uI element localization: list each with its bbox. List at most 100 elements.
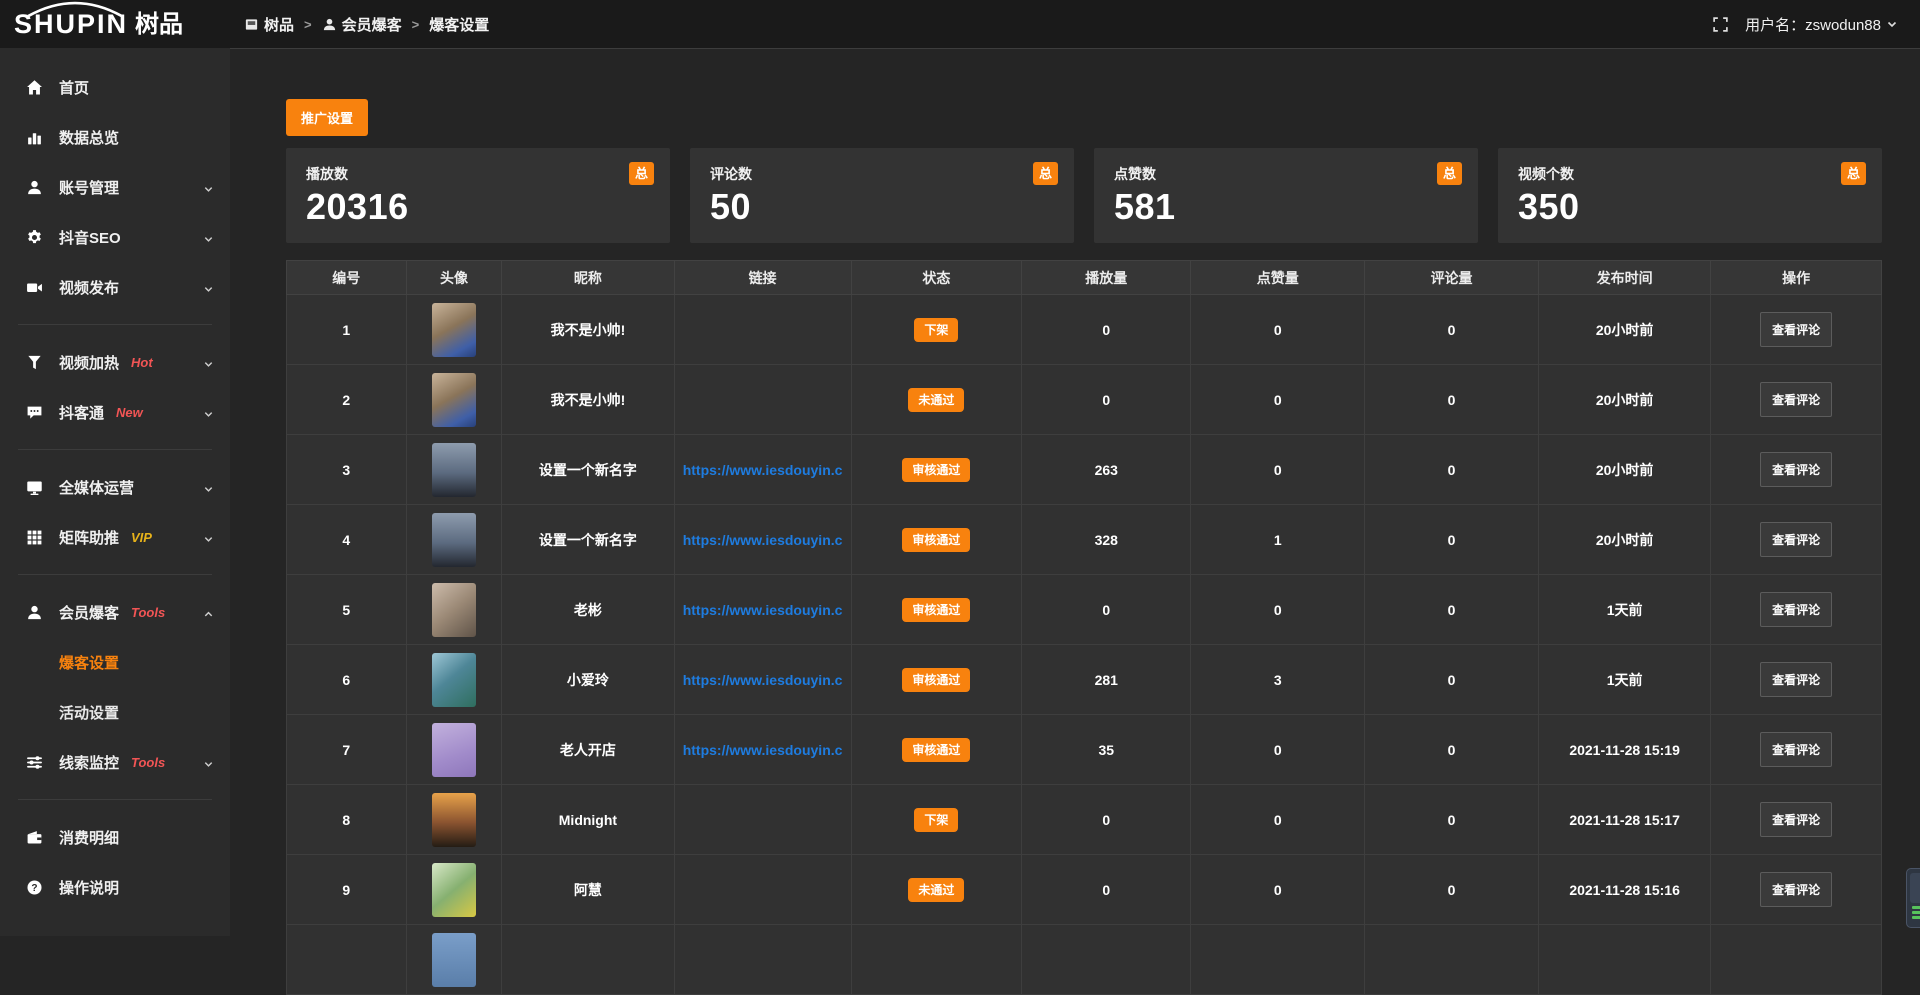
sidebar-subitem[interactable]: 活动设置 [0,687,230,737]
sidebar-item[interactable]: 账号管理 [0,162,230,212]
promo-settings-button[interactable]: 推广设置 [286,99,368,136]
view-comments-button[interactable]: 查看评论 [1760,382,1832,417]
cell-id: 8 [287,785,407,855]
video-link[interactable]: https://www.iesdouyin.c [683,462,843,478]
column-header: 状态 [851,261,1022,295]
table-row: 1我不是小帅!下架00020小时前查看评论 [287,295,1882,365]
sidebar-item[interactable]: 消费明细 [0,812,230,862]
total-badge: 总 [1841,162,1866,185]
sidebar-item[interactable]: 抖客通New [0,387,230,437]
video-link[interactable]: https://www.iesdouyin.c [683,532,843,548]
total-badge: 总 [629,162,654,185]
view-comments-button[interactable]: 查看评论 [1760,592,1832,627]
column-header: 昵称 [502,261,674,295]
cell-action: 查看评论 [1711,575,1882,645]
sidebar-item-label: 会员爆客 [59,602,119,623]
cell-avatar [406,785,502,855]
table-body: 1我不是小帅!下架00020小时前查看评论2我不是小帅!未通过00020小时前查… [287,295,1882,995]
breadcrumb-item[interactable]: 会员爆客 [322,14,402,35]
sidebar-item[interactable]: ?操作说明 [0,862,230,912]
cell-time: 2021-11-28 15:19 [1538,715,1710,785]
column-header: 链接 [674,261,851,295]
sidebar-item-label: 操作说明 [59,877,119,898]
cell-time: 20小时前 [1538,365,1710,435]
breadcrumb-item[interactable]: 树品 [244,14,294,35]
chevron-down-icon [203,357,214,368]
view-comments-button[interactable]: 查看评论 [1760,872,1832,907]
cell-link: https://www.iesdouyin.c [674,505,851,575]
status-badge: 下架 [914,808,958,832]
floating-widget[interactable] [1906,868,1920,928]
home-icon [26,79,43,96]
cell-link [674,925,851,995]
cell-status: 审核通过 [851,715,1022,785]
sidebar-item[interactable]: 矩阵助推VIP [0,512,230,562]
avatar [432,583,476,637]
cell-avatar [406,295,502,365]
cell-avatar [406,365,502,435]
sidebar-item[interactable]: 视频加热Hot [0,337,230,387]
sidebar-item[interactable]: 抖音SEO [0,212,230,262]
sidebar-item-label: 抖音SEO [59,227,121,248]
video-link[interactable]: https://www.iesdouyin.c [683,602,843,618]
cell-link: https://www.iesdouyin.c [674,575,851,645]
sidebar-item[interactable]: 视频发布 [0,262,230,312]
sidebar-item[interactable]: 首页 [0,62,230,112]
cell-link [674,295,851,365]
sliders-icon [26,754,43,771]
cell-likes: 3 [1191,645,1365,715]
video-link[interactable]: https://www.iesdouyin.c [683,742,843,758]
sidebar-subitem[interactable]: 爆客设置 [0,637,230,687]
sidebar-item-label: 账号管理 [59,177,119,198]
view-comments-button[interactable]: 查看评论 [1760,802,1832,837]
cell-link [674,365,851,435]
view-comments-button[interactable]: 查看评论 [1760,732,1832,767]
view-comments-button[interactable]: 查看评论 [1760,522,1832,557]
video-link[interactable]: https://www.iesdouyin.c [683,672,843,688]
stat-label: 点赞数 [1114,164,1458,184]
cell-plays: 0 [1022,855,1191,925]
header-right: 用户名：zswodun88 [1712,14,1920,35]
cell-id [287,925,407,995]
sidebar-item[interactable]: 数据总览 [0,112,230,162]
cell-action: 查看评论 [1711,645,1882,715]
cell-comments: 0 [1365,785,1539,855]
cell-id: 9 [287,855,407,925]
column-header: 评论量 [1365,261,1539,295]
breadcrumb-label: 爆客设置 [429,14,489,35]
stat-card: 点赞数581总 [1094,148,1478,243]
floating-widget-bar [1912,911,1920,914]
cell-id: 2 [287,365,407,435]
avatar [432,513,476,567]
chevron-up-icon [203,607,214,618]
cell-time [1538,925,1710,995]
view-comments-button[interactable]: 查看评论 [1760,662,1832,697]
sidebar-item[interactable]: 会员爆客Tools [0,587,230,637]
cell-plays: 328 [1022,505,1191,575]
cell-nickname: 阿慧 [502,855,674,925]
column-header: 编号 [287,261,407,295]
app-icon [244,17,259,32]
sidebar-item-label: 视频发布 [59,277,119,298]
avatar [432,373,476,427]
cell-comments: 0 [1365,855,1539,925]
cell-action: 查看评论 [1711,785,1882,855]
logo-text-cn: 树品 [135,12,183,37]
sidebar-item[interactable]: 全媒体运营 [0,462,230,512]
cell-action: 查看评论 [1711,855,1882,925]
status-badge: 审核通过 [902,668,970,692]
table-row: 2我不是小帅!未通过00020小时前查看评论 [287,365,1882,435]
cell-nickname: 老人开店 [502,715,674,785]
cell-id: 3 [287,435,407,505]
cell-status [851,925,1022,995]
cell-plays: 0 [1022,295,1191,365]
cell-id: 5 [287,575,407,645]
sidebar-item[interactable]: 线索监控Tools [0,737,230,787]
username-dropdown[interactable]: 用户名：zswodun88 [1745,14,1898,35]
account-icon [26,179,43,196]
cell-nickname: Midnight [502,785,674,855]
table-header-row: 编号头像昵称链接状态播放量点赞量评论量发布时间操作 [287,261,1882,295]
view-comments-button[interactable]: 查看评论 [1760,312,1832,347]
fullscreen-icon[interactable] [1712,16,1729,33]
view-comments-button[interactable]: 查看评论 [1760,452,1832,487]
